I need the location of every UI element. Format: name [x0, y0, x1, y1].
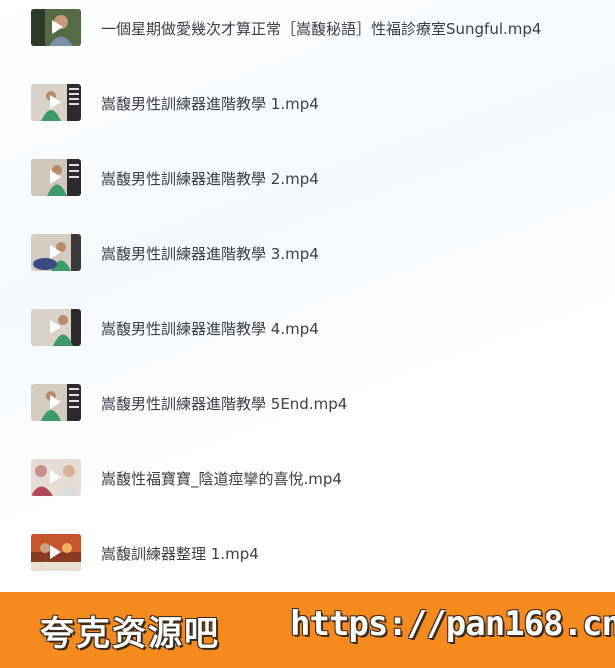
file-name: 嵩馥訓練器整理 1.mp4 — [101, 544, 259, 563]
list-item[interactable]: 嵩馥性福寶寶_陰道痙攣的喜悅.mp4 — [0, 448, 615, 508]
video-thumbnail-icon — [31, 234, 81, 271]
file-name: 嵩馥男性訓練器進階教學 1.mp4 — [101, 94, 319, 113]
video-thumbnail-icon — [31, 384, 81, 421]
list-item[interactable]: 嵩馥男性訓練器進階教學 3.mp4 — [0, 223, 615, 283]
video-thumbnail-icon — [31, 534, 81, 571]
file-name: 嵩馥性福寶寶_陰道痙攣的喜悅.mp4 — [101, 469, 342, 488]
file-name: 嵩馥男性訓練器進階教學 3.mp4 — [101, 244, 319, 263]
video-thumbnail-icon — [31, 159, 81, 196]
list-item[interactable]: 嵩馥男性訓練器進階教學 2.mp4 — [0, 148, 615, 208]
file-name: 嵩馥男性訓練器進階教學 4.mp4 — [101, 319, 319, 338]
watermark-url: https://pan168.cn — [290, 604, 615, 644]
video-thumbnail-icon — [31, 309, 81, 346]
list-item[interactable]: 嵩馥男性訓練器進階教學 1.mp4 — [0, 73, 615, 133]
list-item[interactable]: 嵩馥訓練器整理 1.mp4 — [0, 523, 615, 583]
file-name: 嵩馥男性訓練器進階教學 2.mp4 — [101, 169, 319, 188]
video-thumbnail-icon — [31, 9, 81, 46]
file-name: 一個星期做愛幾次才算正常［嵩馥秘語］性福診療室Sungful.mp4 — [101, 19, 542, 38]
watermark-banner: 夸克资源吧 https://pan168.cn — [0, 592, 615, 668]
list-item[interactable]: 嵩馥男性訓練器進階教學 5End.mp4 — [0, 373, 615, 433]
file-name: 嵩馥男性訓練器進階教學 5End.mp4 — [101, 394, 348, 413]
video-thumbnail-icon — [31, 459, 81, 496]
list-item[interactable]: 嵩馥男性訓練器進階教學 4.mp4 — [0, 298, 615, 358]
list-item[interactable]: 一個星期做愛幾次才算正常［嵩馥秘語］性福診療室Sungful.mp4 — [0, 0, 615, 58]
video-thumbnail-icon — [31, 84, 81, 121]
watermark-site-name: 夸克资源吧 — [40, 614, 220, 654]
